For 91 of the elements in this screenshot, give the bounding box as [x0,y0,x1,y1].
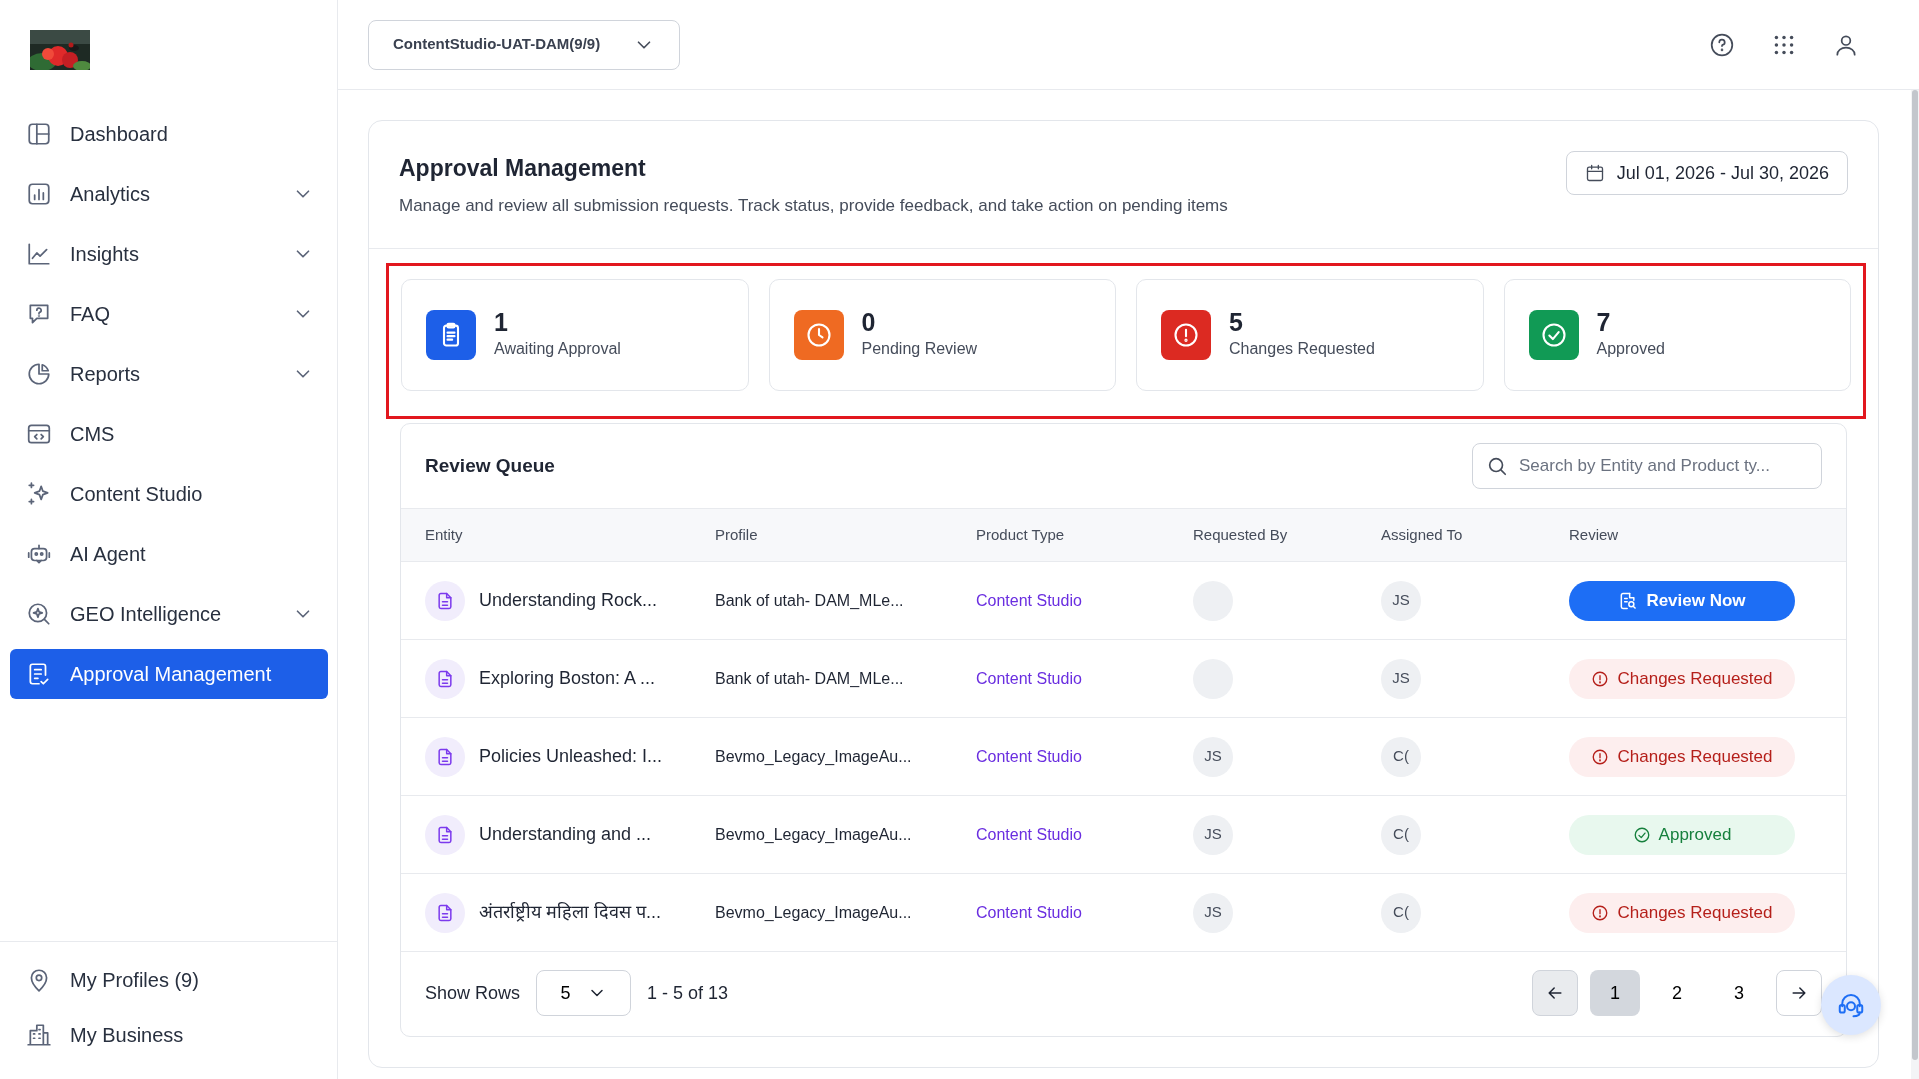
entity-name: Understanding Rock... [479,589,658,613]
profile-name: Bevmo_Legacy_ImageAu... [715,903,912,921]
stat-label: Pending Review [861,338,978,359]
product-type-link[interactable]: Content Studio [976,588,1082,613]
column-header: Product Type [976,524,1066,545]
column-header: Requested By [1193,524,1289,545]
rows-per-page-select[interactable]: 5 [536,970,632,1017]
column-header: Assigned To [1381,524,1464,545]
entity-name: Policies Unleashed: I... [479,745,663,769]
product-type-link[interactable]: Content Studio [976,900,1082,925]
line-chart-icon [26,241,52,267]
section-title: Review Queue [425,453,555,478]
question-bubble-icon [26,301,52,327]
sidebar-item[interactable]: My Profiles (9) [10,955,328,1005]
page-button[interactable]: 3 [1714,970,1764,1017]
file-icon [435,590,455,611]
file-icon [435,668,455,689]
code-window-icon [26,421,52,447]
avatar: C( [1381,814,1421,855]
sidebar-item[interactable]: Analytics [10,169,328,219]
status-badge: Changes Requested [1569,658,1795,699]
page-button[interactable]: 2 [1652,970,1702,1017]
avatar: JS [1193,736,1233,777]
previous-page-button[interactable] [1532,970,1578,1017]
check-circle-icon [1632,825,1651,844]
checklist-icon [26,661,52,687]
alert-circle-icon [1591,669,1610,688]
file-icon [435,824,455,845]
dashboard-icon [26,121,52,147]
avatar: C( [1381,736,1421,777]
ai-assistant-button[interactable] [1821,975,1881,1035]
date-range-button[interactable]: Jul 01, 2026 - Jul 30, 2026 [1565,151,1848,195]
profile-name: Bevmo_Legacy_ImageAu... [715,747,912,765]
status-badge: Changes Requested [1569,892,1795,933]
file-icon [435,902,455,923]
product-type-link[interactable]: Content Studio [976,666,1082,691]
stat-label: Changes Requested [1229,338,1375,359]
show-rows-label: Show Rows [425,981,521,1005]
stat-label: Awaiting Approval [494,338,621,359]
profile-name: Bevmo_Legacy_ImageAu... [715,825,912,843]
status-badge: Changes Requested [1569,736,1795,777]
page-subtitle: Manage and review all submission requests. Track status, provide feedback, and take action on pending items [399,194,1228,217]
file-icon [435,746,455,767]
profile-name: Bank of utah- DAM_MLe... [715,669,904,687]
help-icon[interactable] [1709,31,1735,58]
alert-circle-icon [1591,903,1610,922]
scrollbar[interactable] [1911,90,1919,1079]
column-header: Entity [425,524,464,545]
calendar-icon [1584,163,1605,183]
entity-name: Understanding and ... [479,823,652,847]
stat-count: 0 [861,309,877,337]
sidebar-item[interactable]: My Business [10,1010,328,1060]
stat-count: 7 [1596,309,1612,337]
stat-label: Approved [1596,338,1665,359]
column-header: Review [1569,524,1620,545]
sidebar-item[interactable]: GEO Intelligence [10,589,328,639]
sidebar-item[interactable]: FAQ [10,289,328,339]
stat-count: 5 [1229,309,1244,337]
sidebar-item[interactable]: Approval Management [10,649,328,699]
sidebar-item[interactable]: CMS [10,409,328,459]
sidebar-item[interactable]: AI Agent [10,529,328,579]
workspace-dropdown[interactable]: ContentStudio-UAT-DAM(9/9) [368,19,680,70]
stat-count: 1 [494,309,509,337]
search-field[interactable]: Search by Entity and Product ty... [1472,443,1822,490]
document-search-icon [1618,590,1639,611]
avatar: JS [1381,658,1421,699]
product-type-link[interactable]: Content Studio [976,744,1082,769]
avatar: JS [1193,814,1233,855]
sidebar-item[interactable]: Content Studio [10,469,328,519]
search-icon [1486,455,1508,478]
entity-name: Exploring Boston: A ... [479,667,656,691]
page-button[interactable]: 1 [1590,970,1640,1017]
column-header: Profile [715,524,759,545]
profile-name: Bank of utah- DAM_MLe... [715,591,904,609]
bar-chart-icon [26,181,52,207]
avatar: C( [1381,892,1421,933]
page-title: Approval Management [399,155,647,183]
entity-name: अंतर्राष्ट्रीय महिला दिवस प... [479,901,661,925]
alert-circle-icon [1591,747,1610,766]
review-now-button[interactable]: Review Now [1569,580,1795,621]
pagination-range: 1 - 5 of 13 [647,981,729,1005]
avatar: JS [1193,892,1233,933]
sidebar-item[interactable]: Dashboard [10,109,328,159]
building-icon [26,1022,52,1048]
avatar: JS [1381,580,1421,621]
product-type-link[interactable]: Content Studio [976,822,1082,847]
status-badge: Approved [1569,814,1795,855]
sidebar-item[interactable]: Insights [10,229,328,279]
search-sparkle-icon [26,601,52,627]
pie-chart-icon [26,361,52,387]
sidebar-item[interactable]: Reports [10,349,328,399]
